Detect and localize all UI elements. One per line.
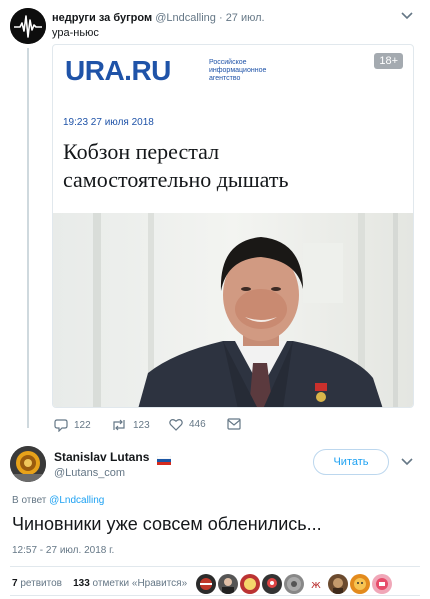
engagement-stats: 7 ретвитов 133 отметки «Нравится» — [12, 578, 187, 590]
heart-icon — [169, 419, 183, 431]
follow-button[interactable]: Читать — [313, 449, 389, 475]
logo-sub-line: Российское — [209, 59, 247, 66]
liker-avatar[interactable] — [262, 574, 282, 594]
divider — [10, 566, 420, 567]
article-date: 19:23 27 июля 2018 — [63, 117, 154, 128]
author-avatar[interactable] — [10, 446, 46, 482]
reply-icon — [54, 419, 68, 432]
like-action[interactable]: 446 — [169, 418, 206, 431]
like-label: отметки «Нравится» — [89, 578, 188, 589]
direct-message-action[interactable] — [227, 418, 241, 430]
waveform-avatar-icon — [10, 8, 46, 44]
retweet-count: 123 — [133, 419, 150, 431]
liker-avatar[interactable] — [372, 574, 392, 594]
author-name[interactable]: Stanislav Lutans — [54, 450, 149, 465]
quoted-author-name[interactable]: недруги за бугром — [52, 12, 152, 24]
quoted-header: недруги за бугром @Lndcalling · 27 июл. — [52, 11, 265, 25]
quoted-author-avatar[interactable] — [10, 8, 46, 44]
retweet-action[interactable]: 123 — [111, 418, 150, 432]
headline-line: самостоятельно дышать — [63, 167, 289, 192]
avatar-image — [10, 446, 46, 482]
likes-stat[interactable]: 133 отметки «Нравится» — [73, 578, 187, 589]
liker-avatar[interactable] — [350, 574, 370, 594]
age-rating-badge: 18+ — [374, 53, 403, 69]
headline-line: Кобзон перестал — [63, 139, 220, 164]
quoted-tweet-text: ура-ньюс — [52, 27, 99, 39]
russian-flag-icon — [156, 452, 172, 465]
logo-sub-line: агентство — [209, 75, 241, 82]
author-handle[interactable]: @Lutans_com — [54, 466, 125, 480]
quoted-author-handle[interactable]: @Lndcalling — [155, 12, 216, 24]
liker-avatar[interactable] — [284, 574, 304, 594]
liker-avatar[interactable] — [240, 574, 260, 594]
tweet-text: Чиновники уже совсем обленились... — [12, 514, 322, 534]
envelope-icon — [227, 418, 241, 430]
reply-to-handle[interactable]: @Lndcalling — [49, 495, 104, 506]
reply-prefix: В ответ — [12, 495, 50, 506]
like-total: 133 — [73, 578, 90, 589]
ura-logo-subtitle: Российское информационное агентство — [209, 59, 266, 83]
like-count: 446 — [189, 419, 206, 430]
retweet-label: ретвитов — [17, 578, 62, 589]
liker-avatar[interactable] — [328, 574, 348, 594]
liker-avatar[interactable] — [196, 574, 216, 594]
liker-avatar[interactable] — [218, 574, 238, 594]
divider — [10, 595, 420, 596]
retweet-icon — [113, 419, 125, 431]
liker-avatars: ж — [196, 574, 392, 594]
thread-line — [27, 48, 29, 428]
reply-action[interactable]: 122 — [54, 418, 91, 432]
link-card[interactable]: URA.RU Российское информационное агентст… — [52, 44, 414, 408]
quoted-time[interactable]: 27 июл. — [226, 12, 265, 24]
quoted-menu-chevron-icon[interactable] — [401, 12, 413, 20]
logo-sub-line: информационное — [209, 67, 267, 74]
header-separator: · — [215, 12, 226, 24]
reply-count: 122 — [74, 419, 91, 431]
tweet-timestamp[interactable]: 12:57 - 27 июл. 2018 г. — [12, 545, 114, 557]
ura-logo: URA.RU — [65, 55, 171, 86]
article-headline: Кобзон перестал самостоятельно дышать — [63, 138, 403, 194]
retweets-stat[interactable]: 7 ретвитов — [12, 578, 62, 589]
reply-context: В ответ @Lndcalling — [12, 495, 104, 507]
tweet-menu-chevron-icon[interactable] — [401, 458, 413, 466]
svg-text:ж: ж — [311, 578, 321, 591]
article-photo — [53, 213, 413, 407]
liker-avatar[interactable]: ж — [306, 574, 326, 594]
